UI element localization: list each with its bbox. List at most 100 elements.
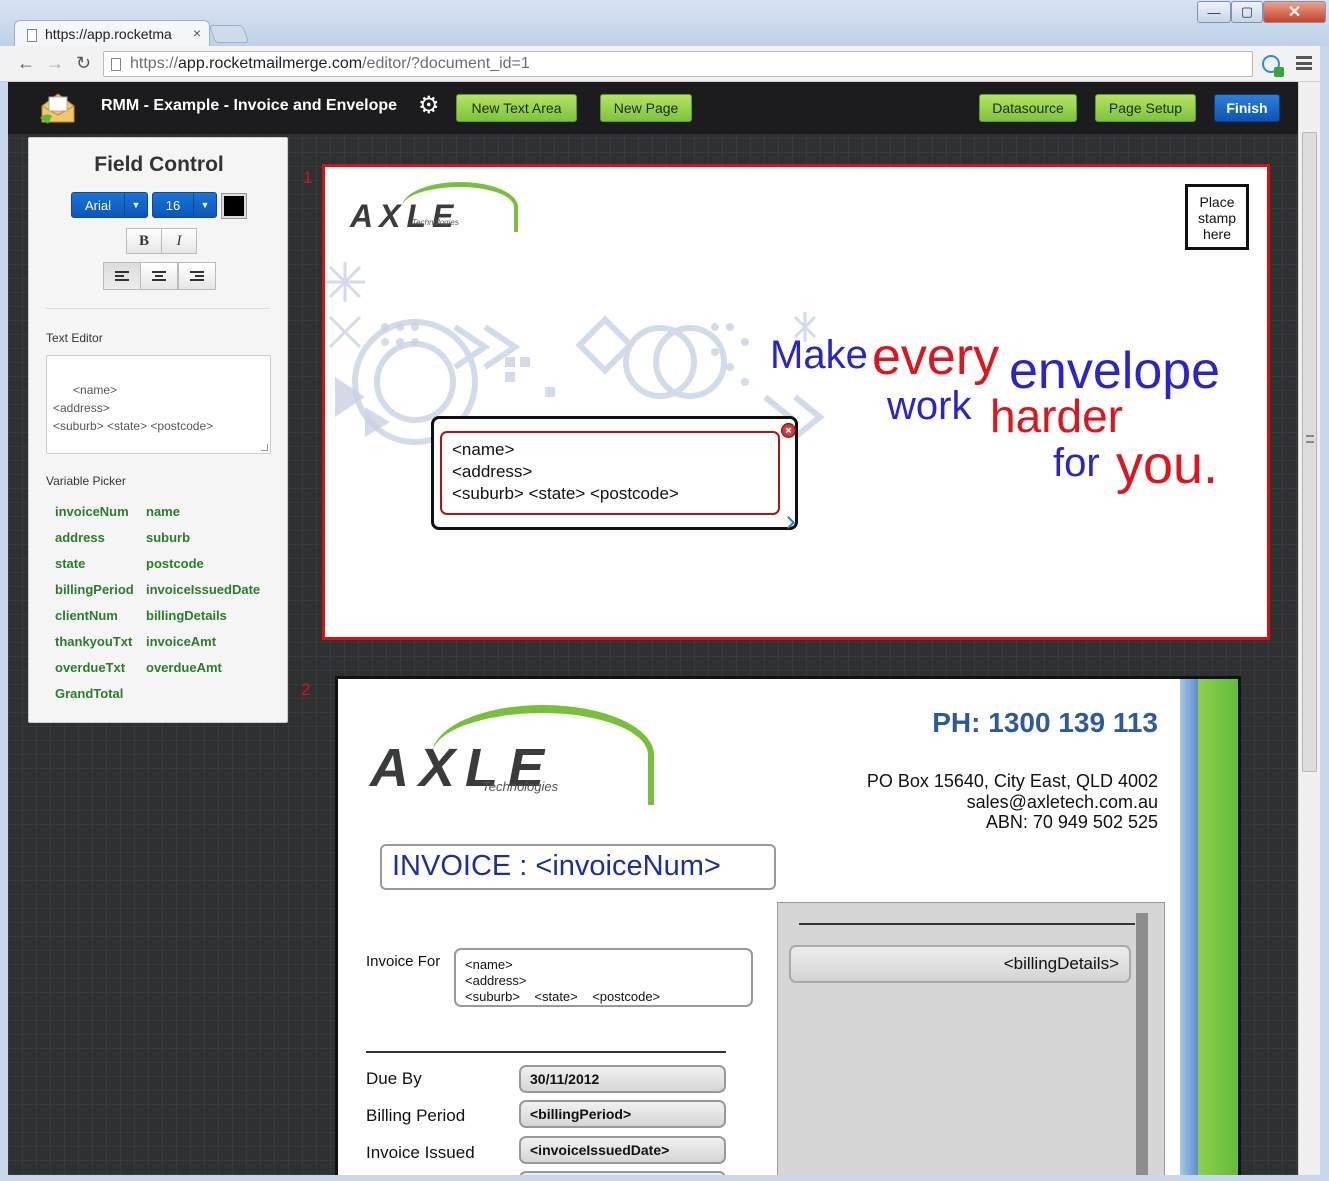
variable-clientNum[interactable]: clientNum: [55, 608, 118, 623]
variable-invoiceAmt[interactable]: invoiceAmt: [146, 634, 216, 649]
rocketmailmerge-logo-icon: [40, 93, 75, 124]
stamp-placeholder: Place stamp here: [1185, 184, 1249, 250]
font-family-dropdown[interactable]: Arial ▼: [71, 192, 148, 218]
address-text-area[interactable]: <name> <address> <suburb> <state> <postc…: [431, 416, 798, 530]
slogan-every: every: [872, 328, 1000, 386]
forward-icon[interactable]: →: [46, 53, 64, 74]
divider: [366, 1051, 726, 1053]
variable-overdueTxt[interactable]: overdueTxt: [55, 660, 125, 675]
extension-icon[interactable]: [1262, 55, 1284, 77]
settings-gear-icon[interactable]: ⚙: [418, 94, 440, 118]
datasource-button[interactable]: Datasource: [979, 94, 1077, 122]
close-window-button[interactable]: ✕: [1263, 1, 1326, 23]
variable-invoiceIssuedDate[interactable]: invoiceIssuedDate: [146, 582, 260, 597]
decorative-stripe: [1180, 679, 1198, 1175]
variable-suburb[interactable]: suburb: [146, 530, 190, 545]
variable-billingDetails[interactable]: billingDetails: [146, 608, 227, 623]
scroll-grip-icon: [1306, 435, 1314, 443]
window-border: [1320, 46, 1329, 1181]
chevron-down-icon: ▼: [193, 193, 216, 217]
url-path: /editor/?document_id=1: [362, 55, 530, 72]
invoice-issued-label: Invoice Issued: [366, 1143, 475, 1162]
invoice-title-field[interactable]: INVOICE : <invoiceNum>: [380, 844, 776, 890]
browser-tab[interactable]: https://app.rocketma ×: [14, 20, 210, 48]
align-center-icon: [152, 271, 166, 281]
align-right-button[interactable]: [178, 262, 216, 290]
panel-title: Field Control: [94, 153, 224, 176]
align-left-icon: [115, 271, 129, 281]
variable-GrandTotal[interactable]: GrandTotal: [55, 686, 123, 701]
due-by-label: Due By: [366, 1069, 422, 1088]
due-by-field[interactable]: 30/11/2012: [519, 1065, 726, 1093]
text-editor-textarea[interactable]: <name> <address> <suburb> <state> <postc…: [46, 355, 271, 454]
variable-address[interactable]: address: [55, 530, 105, 545]
new-tab-button[interactable]: [208, 25, 250, 43]
variable-state[interactable]: state: [55, 556, 85, 571]
logo-subtitle: Technologies: [482, 779, 559, 794]
menu-icon[interactable]: [1296, 56, 1312, 70]
axle-logo: AXLE Technologies: [350, 180, 520, 240]
variable-postcode[interactable]: postcode: [146, 556, 204, 571]
editor-canvas: RMM - Example - Invoice and Envelope ⚙ N…: [8, 82, 1298, 1175]
new-text-area-button[interactable]: New Text Area: [456, 94, 577, 122]
browser-toolbar: ← → ↻ https://app.rocketmailmerge.com/ed…: [0, 46, 1329, 82]
field-control-panel: Field Control Arial ▼ 16 ▼ B I Text Edit…: [28, 137, 288, 723]
variable-thankyouTxt[interactable]: thankyouTxt: [55, 634, 132, 649]
window-border: [0, 82, 8, 1175]
page-envelope[interactable]: AXLE Technologies Place stamp here Make …: [322, 164, 1270, 640]
reload-icon[interactable]: ↻: [76, 53, 91, 74]
billing-details-field[interactable]: <billingDetails>: [789, 945, 1131, 983]
align-left-button[interactable]: [103, 262, 141, 290]
logo-subtitle: Technologies: [412, 218, 459, 227]
tab-title: https://app.rocketma: [45, 26, 172, 42]
finish-button[interactable]: Finish: [1214, 94, 1280, 122]
resize-handle-icon[interactable]: [782, 516, 795, 529]
variable-overdueAmt[interactable]: overdueAmt: [146, 660, 222, 675]
slogan-work: work: [887, 384, 972, 428]
email: sales@axletech.com.au: [966, 792, 1158, 812]
stamp-text: Place stamp here: [1197, 194, 1237, 242]
next-field[interactable]: [519, 1171, 726, 1175]
vertical-scrollbar[interactable]: [1298, 82, 1320, 1175]
tab-close-icon[interactable]: ×: [193, 25, 201, 41]
chevron-down-icon: ▼: [124, 193, 147, 217]
divider: [799, 923, 1135, 925]
font-color-swatch[interactable]: [221, 193, 247, 219]
maximize-button[interactable]: ▢: [1231, 1, 1263, 23]
variable-picker-label: Variable Picker: [46, 474, 126, 488]
italic-button[interactable]: I: [161, 228, 197, 254]
billing-details-box: <billingDetails>: [777, 902, 1165, 1175]
scrollbar-thumb[interactable]: [1302, 132, 1317, 772]
url-scheme: https://: [130, 55, 179, 72]
invoice-for-label: Invoice For: [366, 953, 441, 970]
billing-period-label: Billing Period: [366, 1106, 466, 1125]
resize-handle-icon[interactable]: [261, 444, 268, 451]
logo-word: AXLE: [350, 198, 460, 234]
decorative-stripe: [1198, 679, 1238, 1175]
address-bar[interactable]: https://app.rocketmailmerge.com/editor/?…: [103, 51, 1253, 77]
page-number: 2: [301, 680, 311, 699]
minimize-button[interactable]: —: [1197, 1, 1231, 23]
align-center-button[interactable]: [140, 262, 178, 290]
po-box: PO Box 15640, City East, QLD 4002: [866, 771, 1158, 791]
variable-invoiceNum[interactable]: invoiceNum: [55, 504, 129, 519]
variable-name[interactable]: name: [146, 504, 180, 519]
page-invoice[interactable]: AXLE Technologies PH: 1300 139 113 PO Bo…: [335, 676, 1241, 1175]
address-text-area-content[interactable]: <name> <address> <suburb> <state> <postc…: [440, 431, 780, 515]
page-setup-button[interactable]: Page Setup: [1095, 94, 1196, 122]
font-family-value: Arial: [84, 198, 111, 213]
slogan-make: Make: [770, 333, 868, 377]
bold-button[interactable]: B: [126, 228, 162, 254]
invoice-for-field[interactable]: <name> <address> <suburb> <state> <postc…: [454, 948, 753, 1007]
slogan-harder: harder: [990, 390, 1123, 442]
font-size-dropdown[interactable]: 16 ▼: [152, 192, 217, 218]
variable-billingPeriod[interactable]: billingPeriod: [55, 582, 134, 597]
phone-number: PH: 1300 139 113: [932, 707, 1158, 738]
back-icon[interactable]: ←: [17, 53, 35, 74]
invoice-issued-field[interactable]: <invoiceIssuedDate>: [519, 1136, 726, 1164]
new-page-button[interactable]: New Page: [600, 94, 692, 122]
billing-period-field[interactable]: <billingPeriod>: [519, 1100, 726, 1128]
window-titlebar: https://app.rocketma × — ▢ ✕: [0, 0, 1329, 48]
axle-logo: AXLE Technologies: [370, 699, 660, 819]
close-icon[interactable]: ×: [781, 423, 796, 438]
